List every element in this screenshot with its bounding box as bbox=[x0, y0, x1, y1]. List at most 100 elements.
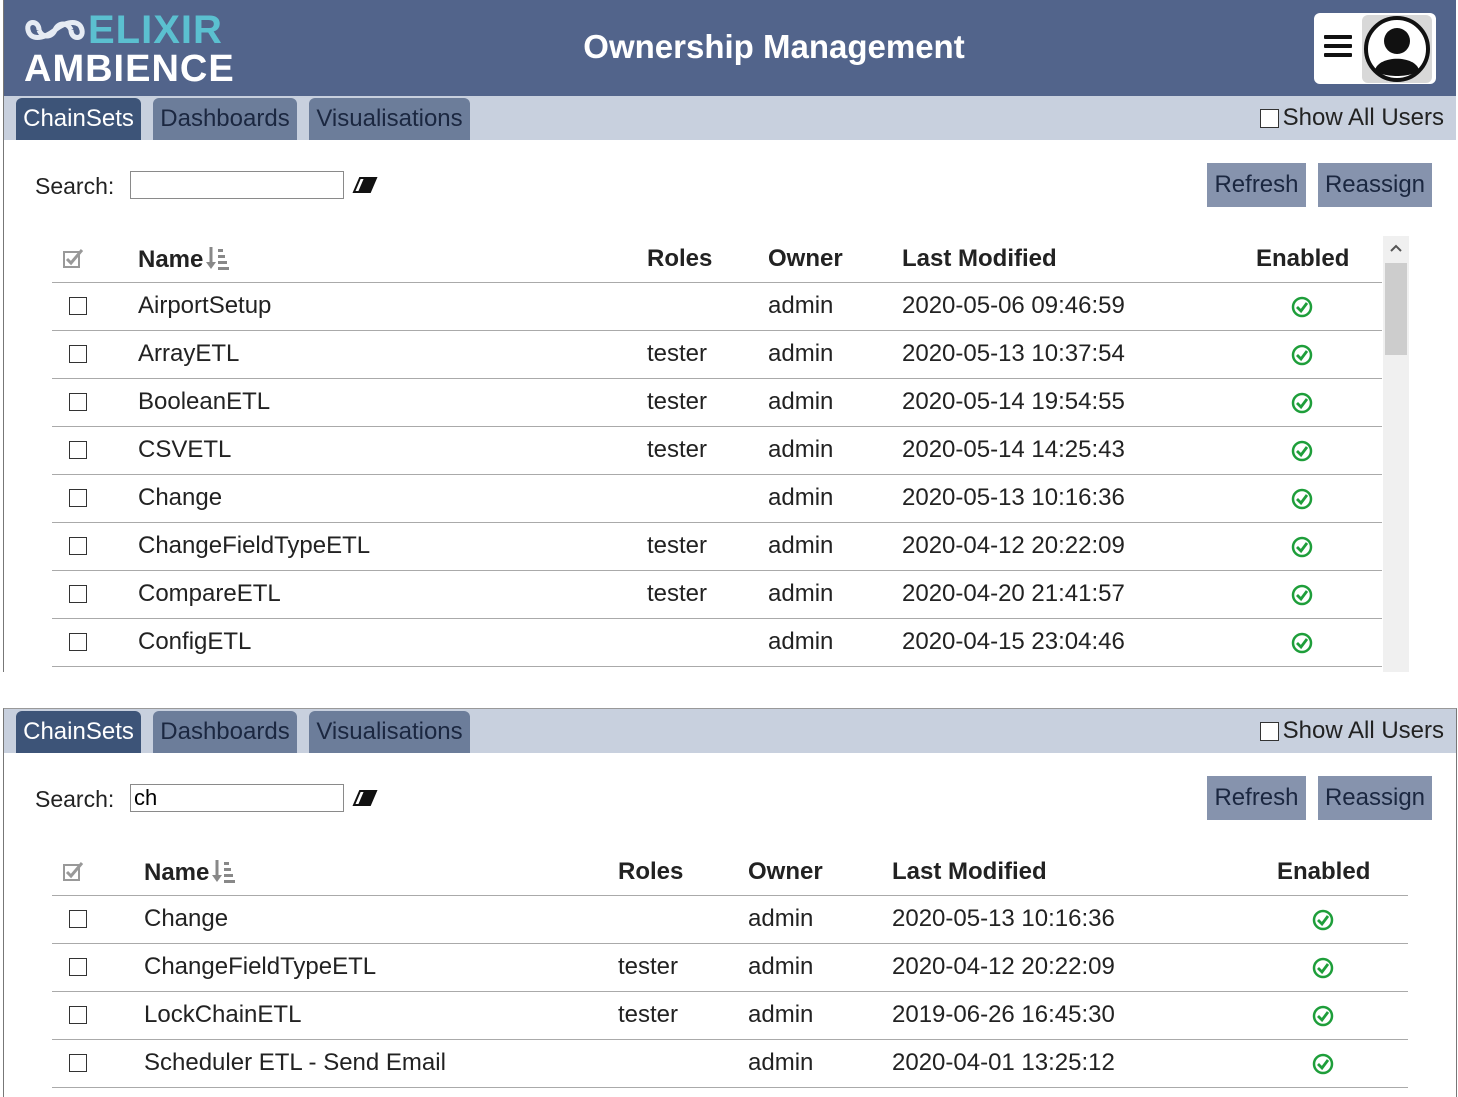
tab-bar: ChainSets Dashboards Visualisations Show… bbox=[4, 96, 1456, 140]
cell-last-modified: 2020-05-14 19:54:55 bbox=[902, 388, 1125, 415]
eraser-icon[interactable] bbox=[352, 176, 378, 194]
row-select-checkbox[interactable] bbox=[69, 537, 87, 555]
reassign-button[interactable]: Reassign bbox=[1318, 163, 1432, 207]
table-row[interactable]: LockChainETL tester admin 2019-06-26 16:45:… bbox=[52, 992, 1408, 1040]
table-row[interactable]: ArrayETL tester admin 2020-05-13 10:37:54 bbox=[52, 331, 1382, 379]
cell-name: AirportSetup bbox=[138, 292, 272, 319]
check-circle-icon bbox=[1291, 488, 1313, 510]
column-header-roles[interactable]: Roles bbox=[647, 245, 712, 273]
column-header-last-modified[interactable]: Last Modified bbox=[902, 245, 1057, 273]
table-scrollbar[interactable] bbox=[1383, 236, 1409, 672]
row-select-checkbox[interactable] bbox=[69, 585, 87, 603]
column-header-roles[interactable]: Roles bbox=[618, 858, 683, 886]
cell-last-modified: 2020-05-13 10:16:36 bbox=[902, 484, 1125, 511]
show-all-users-toggle[interactable]: Show All Users bbox=[1259, 717, 1444, 745]
row-select-checkbox[interactable] bbox=[69, 393, 87, 411]
check-circle-icon bbox=[1312, 1005, 1334, 1027]
show-all-users-label: Show All Users bbox=[1282, 717, 1444, 744]
column-name-label: Name bbox=[144, 859, 210, 886]
search-label: Search: bbox=[35, 786, 115, 812]
table-row[interactable]: Change admin 2020-05-13 10:16:36 bbox=[52, 896, 1408, 944]
check-circle-icon bbox=[1312, 1053, 1334, 1075]
cell-owner: admin bbox=[768, 292, 834, 319]
sort-descending-icon[interactable] bbox=[211, 858, 236, 884]
tab-chainsets[interactable]: ChainSets bbox=[16, 711, 141, 753]
search-label: Search: bbox=[35, 173, 115, 199]
cell-last-modified: 2020-04-12 20:22:09 bbox=[902, 532, 1125, 559]
user-avatar-icon[interactable] bbox=[1362, 15, 1432, 83]
show-all-users-checkbox[interactable] bbox=[1259, 721, 1279, 741]
check-circle-icon bbox=[1291, 392, 1313, 414]
ownership-panel-filtered: ChainSets Dashboards Visualisations Show… bbox=[3, 708, 1457, 1097]
row-select-checkbox[interactable] bbox=[69, 633, 87, 651]
cell-roles: tester bbox=[647, 388, 708, 415]
column-header-owner[interactable]: Owner bbox=[768, 245, 843, 273]
cell-name: Scheduler ETL - Send Email bbox=[144, 1049, 446, 1076]
tab-visualisations[interactable]: Visualisations bbox=[309, 98, 470, 140]
tab-dashboards[interactable]: Dashboards bbox=[153, 98, 297, 140]
row-select-checkbox[interactable] bbox=[69, 441, 87, 459]
tab-chainsets[interactable]: ChainSets bbox=[16, 98, 141, 140]
table-row[interactable]: AirportSetup admin 2020-05-06 09:46:59 bbox=[52, 283, 1382, 331]
table-row[interactable]: BooleanETL tester admin 2020-05-14 19:54:55 bbox=[52, 379, 1382, 427]
cell-owner: admin bbox=[768, 436, 834, 463]
check-circle-icon bbox=[1291, 536, 1313, 558]
row-select-checkbox[interactable] bbox=[69, 297, 87, 315]
row-select-checkbox[interactable] bbox=[69, 489, 87, 507]
app-header: ELIXIR AMBIENCE Ownership Management bbox=[4, 0, 1456, 96]
check-circle-icon bbox=[1291, 344, 1313, 366]
show-all-users-checkbox[interactable] bbox=[1259, 108, 1279, 128]
table-row[interactable]: ConfigETL admin 2020-04-15 23:04:46 bbox=[52, 619, 1382, 667]
table-row[interactable]: CompareETL tester admin 2020-04-20 21:41:57 bbox=[52, 571, 1382, 619]
cell-name: LockChainETL bbox=[144, 1001, 302, 1028]
ownership-panel-full: ELIXIR AMBIENCE Ownership Management Cha… bbox=[3, 0, 1456, 672]
table-row[interactable]: ChangeFieldTypeETL tester admin 2020-04-12 … bbox=[52, 944, 1408, 992]
reassign-button[interactable]: Reassign bbox=[1318, 776, 1432, 820]
cell-name: BooleanETL bbox=[138, 388, 271, 415]
show-all-users-toggle[interactable]: Show All Users bbox=[1259, 104, 1444, 132]
sort-descending-icon[interactable] bbox=[205, 245, 230, 271]
row-select-checkbox[interactable] bbox=[69, 345, 87, 363]
cell-owner: admin bbox=[768, 340, 834, 367]
search-input[interactable] bbox=[130, 171, 344, 199]
tab-dashboards[interactable]: Dashboards bbox=[153, 711, 297, 753]
cell-owner: admin bbox=[748, 905, 814, 932]
eraser-icon[interactable] bbox=[352, 789, 378, 807]
table-row[interactable]: CSVETL tester admin 2020-05-14 14:25:43 bbox=[52, 427, 1382, 475]
row-select-checkbox[interactable] bbox=[69, 1006, 87, 1024]
column-header-owner[interactable]: Owner bbox=[748, 858, 823, 886]
checkbox-checked-icon[interactable] bbox=[63, 861, 85, 881]
scrollbar-thumb[interactable] bbox=[1385, 263, 1407, 355]
cell-last-modified: 2019-06-26 16:45:30 bbox=[892, 1001, 1115, 1028]
logo-ambience-text: AMBIENCE bbox=[24, 48, 235, 90]
row-select-checkbox[interactable] bbox=[69, 1054, 87, 1072]
cell-roles: tester bbox=[618, 953, 679, 980]
column-header-enabled[interactable]: Enabled bbox=[1277, 858, 1370, 886]
column-header-name[interactable]: Name bbox=[144, 858, 236, 887]
search-input[interactable] bbox=[130, 784, 344, 812]
cell-name: ChangeFieldTypeETL bbox=[138, 532, 371, 559]
refresh-button[interactable]: Refresh bbox=[1207, 163, 1306, 207]
column-header-name[interactable]: Name bbox=[138, 245, 230, 274]
page-title: Ownership Management bbox=[583, 28, 965, 65]
cell-name: CompareETL bbox=[138, 580, 281, 607]
check-circle-icon bbox=[1291, 440, 1313, 462]
cell-name: ChangeFieldTypeETL bbox=[144, 953, 377, 980]
table-row[interactable]: ChangeFieldTypeETL tester admin 2020-04-12 … bbox=[52, 523, 1382, 571]
column-header-last-modified[interactable]: Last Modified bbox=[892, 858, 1047, 886]
hamburger-icon[interactable] bbox=[1324, 35, 1352, 63]
column-header-enabled[interactable]: Enabled bbox=[1256, 245, 1349, 273]
check-circle-icon bbox=[1291, 584, 1313, 606]
scroll-up-arrow-icon[interactable] bbox=[1390, 244, 1402, 252]
tab-visualisations[interactable]: Visualisations bbox=[309, 711, 470, 753]
logo-infinity-icon bbox=[25, 20, 85, 40]
cell-roles: tester bbox=[647, 580, 708, 607]
table-row[interactable]: Change admin 2020-05-13 10:16:36 bbox=[52, 475, 1382, 523]
check-circle-icon bbox=[1291, 296, 1313, 318]
table-row[interactable]: Scheduler ETL - Send Email admin 2020-04-0… bbox=[52, 1040, 1408, 1088]
row-select-checkbox[interactable] bbox=[69, 958, 87, 976]
checkbox-checked-icon[interactable] bbox=[63, 248, 85, 268]
cell-owner: admin bbox=[748, 953, 814, 980]
row-select-checkbox[interactable] bbox=[69, 910, 87, 928]
refresh-button[interactable]: Refresh bbox=[1207, 776, 1306, 820]
